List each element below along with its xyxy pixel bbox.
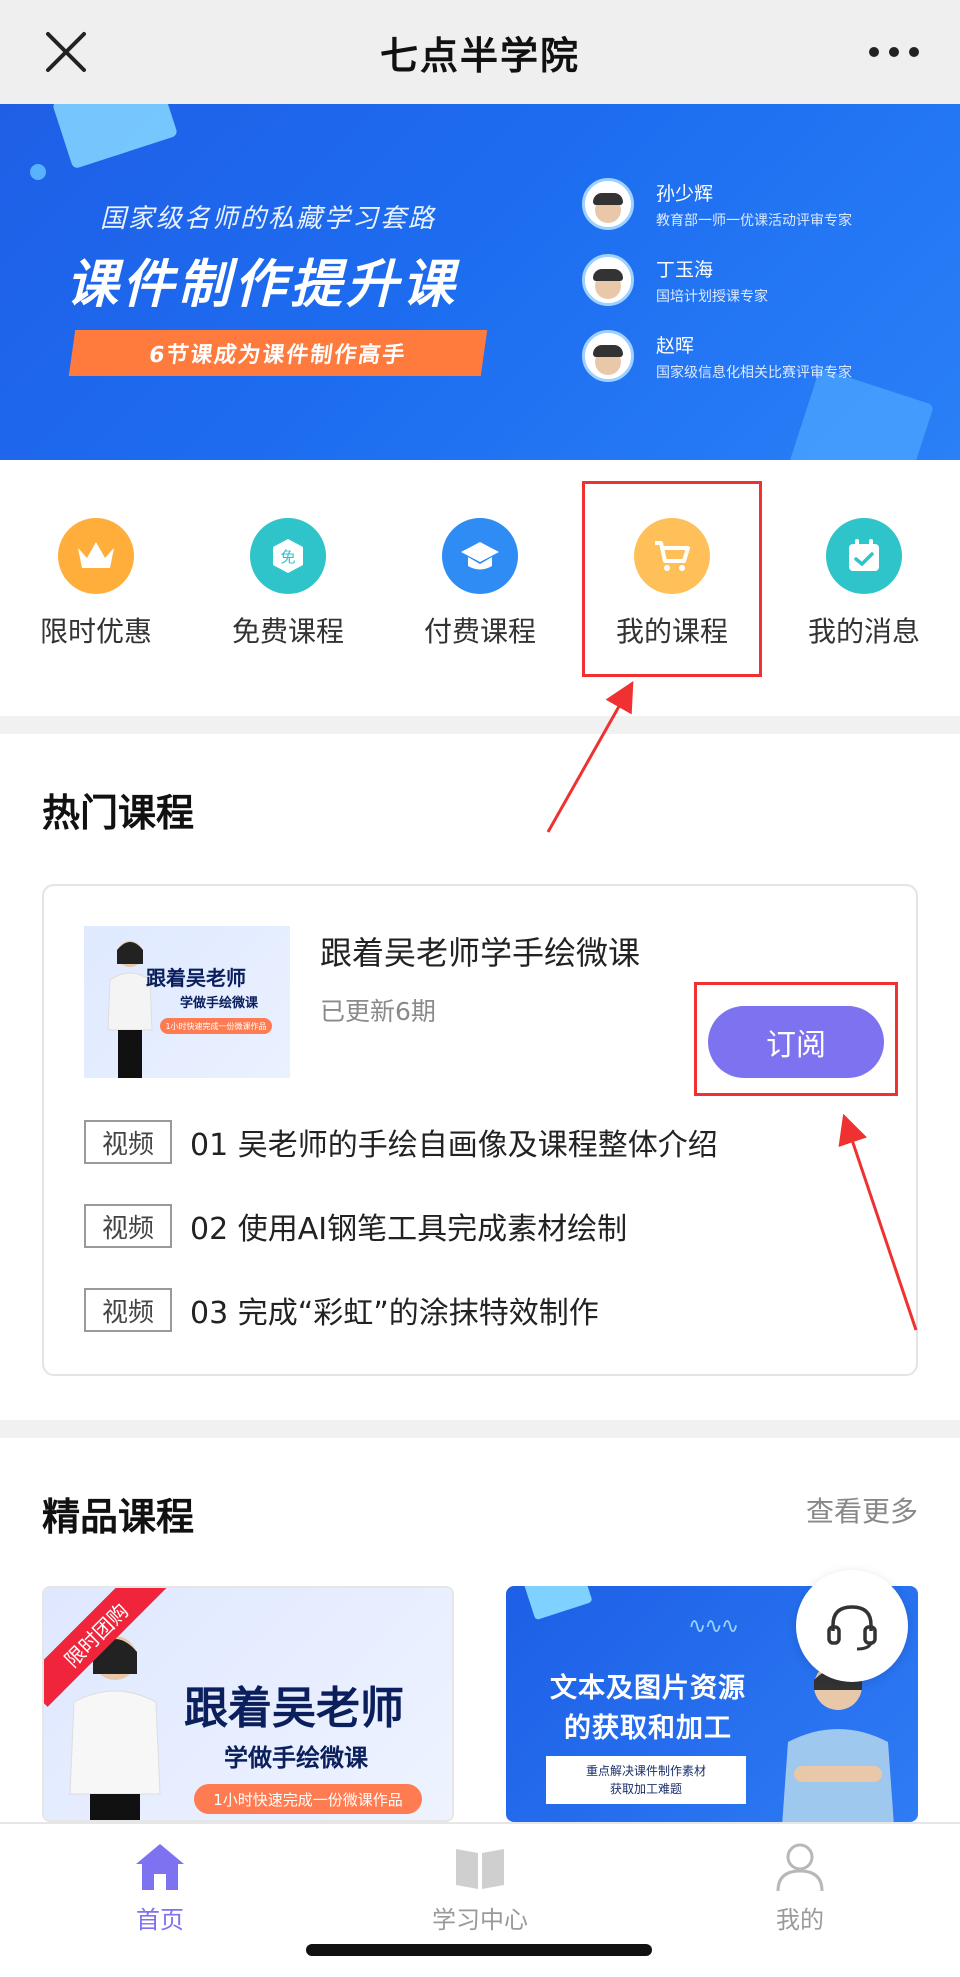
menu-item-my-messages[interactable]: 我的消息 (768, 460, 960, 716)
teacher-name: 赵晖 (656, 334, 695, 357)
category-menu: 限时优惠 免 免费课程 付费课程 我的课程 我的消息 (0, 460, 960, 716)
section-title: 热门课程 (42, 791, 195, 835)
section-divider (0, 1420, 960, 1438)
course-thumbnail[interactable]: 跟着吴老师 学做手绘微课 1小时快速完成一份微课作品 (84, 926, 290, 1078)
card-title: 跟着吴老师 (184, 1683, 404, 1734)
teacher-avatar (582, 178, 634, 230)
section-divider (0, 716, 960, 734)
course-title[interactable]: 跟着吴老师学手绘微课 (320, 928, 640, 974)
card-note-line: 重点解决课件制作素材 (585, 1764, 706, 1778)
home-indicator (306, 1944, 652, 1956)
lesson-title: 02 使用AI钢笔工具完成素材绘制 (190, 1212, 628, 1247)
tab-label: 我的 (776, 1906, 824, 1934)
teacher-item: 丁玉海 国培计划授课专家 (582, 254, 768, 306)
dot-decoration (30, 164, 46, 180)
user-icon (772, 1838, 828, 1894)
more-icon[interactable] (866, 36, 922, 68)
card-note: 重点解决课件制作素材 获取加工难题 (546, 1756, 746, 1804)
customer-service-headset-icon[interactable] (796, 1570, 908, 1682)
tab-learning-center[interactable]: 学习中心 (320, 1824, 640, 1944)
menu-label: 免费课程 (231, 615, 344, 648)
thumb-subtitle: 学做手绘微课 (180, 996, 259, 1011)
lesson-title: 01 吴老师的手绘自画像及课程整体介绍 (190, 1128, 718, 1163)
tab-mine[interactable]: 我的 (640, 1824, 960, 1944)
lesson-item[interactable]: 视频 01 吴老师的手绘自画像及课程整体介绍 (84, 1120, 718, 1164)
menu-label: 限时优惠 (39, 615, 152, 648)
annotation-highlight-box (694, 982, 898, 1096)
menu-label: 付费课程 (423, 615, 536, 648)
teacher-figure (107, 941, 153, 1078)
banner-subtitle: 国家级名师的私藏学习套路 (100, 204, 437, 234)
svg-text:免: 免 (280, 548, 295, 566)
lesson-type-tag: 视频 (84, 1204, 172, 1248)
book-decoration (51, 104, 179, 170)
menu-item-free-courses[interactable]: 免 免费课程 (192, 460, 384, 716)
view-more-link[interactable]: 查看更多 (806, 1490, 918, 1530)
menu-item-paid-courses[interactable]: 付费课程 (384, 460, 576, 716)
nav-bar: 七点半学院 (0, 0, 960, 104)
card-subtitle: 的获取和加工 (564, 1713, 732, 1744)
premium-course-card[interactable]: 限时团购 跟着吴老师 学做手绘微课 1小时快速完成一份微课作品 (42, 1586, 454, 1822)
wave-decoration: ∿∿∿ (688, 1614, 739, 1639)
lesson-item[interactable]: 视频 03 完成“彩虹”的涂抹特效制作 (84, 1288, 599, 1332)
book-icon (452, 1838, 508, 1894)
banner-ribbon: 6节课成为课件制作高手 (68, 330, 488, 376)
menu-label: 我的消息 (807, 615, 920, 648)
close-icon[interactable] (40, 26, 92, 78)
lesson-item[interactable]: 视频 02 使用AI钢笔工具完成素材绘制 (84, 1204, 627, 1248)
course-banner[interactable]: 国家级名师的私藏学习套路 课件制作提升课 6节课成为课件制作高手 孙少辉 教育部… (0, 104, 960, 460)
book-decoration (523, 1586, 593, 1621)
calendar-check-icon (826, 518, 902, 594)
tab-label: 首页 (136, 1906, 184, 1934)
teacher-name: 孙少辉 (656, 182, 714, 205)
tab-home[interactable]: 首页 (0, 1824, 320, 1944)
card-subtitle: 学做手绘微课 (224, 1744, 368, 1772)
teacher-desc: 国培计划授课专家 (656, 288, 768, 305)
teacher-desc: 教育部一师一优课活动评审专家 (656, 212, 852, 229)
menu-item-limited-offer[interactable]: 限时优惠 (0, 460, 192, 716)
thumb-title: 跟着吴老师 (146, 966, 246, 990)
banner-title: 课件制作提升课 (66, 255, 459, 315)
lesson-type-tag: 视频 (84, 1120, 172, 1164)
teacher-avatar (582, 254, 634, 306)
teacher-item: 赵晖 国家级信息化相关比赛评审专家 (582, 330, 852, 382)
card-note-line: 获取加工难题 (609, 1782, 682, 1796)
crown-icon (58, 518, 134, 594)
annotation-highlight-box (582, 481, 762, 677)
teacher-avatar (582, 330, 634, 382)
teacher-item: 孙少辉 教育部一师一优课活动评审专家 (582, 178, 852, 230)
teacher-desc: 国家级信息化相关比赛评审专家 (656, 364, 852, 381)
free-tag-icon: 免 (250, 518, 326, 594)
lesson-title: 03 完成“彩虹”的涂抹特效制作 (190, 1296, 599, 1331)
tab-label: 学习中心 (432, 1906, 528, 1934)
section-title: 精品课程 (42, 1495, 195, 1539)
page-title: 七点半学院 (379, 33, 580, 78)
thumb-pill: 1小时快速完成一份微课作品 (160, 1018, 272, 1034)
graduation-cap-icon (442, 518, 518, 594)
card-title: 文本及图片资源 (550, 1673, 746, 1704)
home-icon (132, 1838, 188, 1894)
teacher-name: 丁玉海 (656, 258, 714, 281)
course-update-status: 已更新6期 (320, 997, 436, 1026)
lesson-type-tag: 视频 (84, 1288, 172, 1332)
card-pill: 1小时快速完成一份微课作品 (194, 1784, 422, 1814)
